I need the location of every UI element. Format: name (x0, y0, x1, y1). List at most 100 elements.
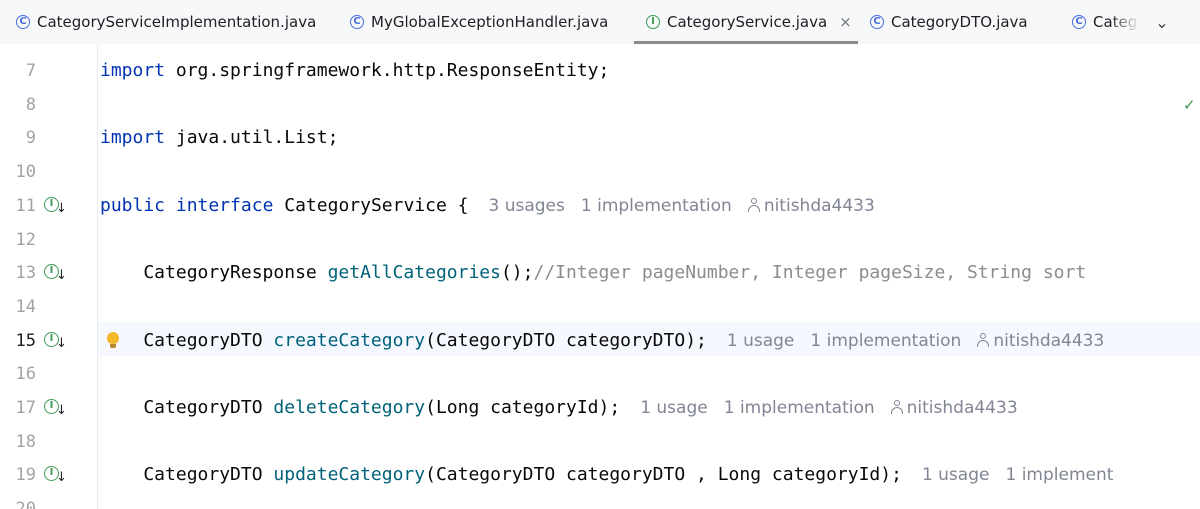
code-line[interactable]: 15 I ↓ CategoryDTO createCategory(Category… (0, 324, 1200, 358)
code-line[interactable]: 8 (0, 88, 1200, 122)
code-line[interactable]: 17 I ↓ CategoryDTO deleteCategory(Long cat… (0, 391, 1200, 425)
class-icon: C (1072, 15, 1086, 29)
code-token: updateCategory (273, 464, 426, 486)
code-token: org.springframework.http.ResponseEntity; (165, 60, 610, 81)
line-number: 17 (15, 398, 36, 418)
line-number: 9 (25, 128, 36, 149)
tab-my-global-exception-handler[interactable]: C MyGlobalExceptionHandler.java (350, 0, 608, 44)
usages-hint[interactable]: 1 usage (640, 398, 708, 418)
author-name: nitishda4433 (763, 195, 875, 216)
line-number: 8 (25, 94, 36, 115)
code-token: createCategory (273, 329, 426, 351)
tab-label: CategoryService.java (667, 13, 828, 31)
code-line[interactable]: 11 I ↓ public interface CategoryService { 3 … (0, 189, 1200, 223)
close-tab-button[interactable]: × (839, 13, 852, 31)
tab-category-service-implementation[interactable]: C CategoryServiceImplementation.java (16, 0, 316, 44)
code-line[interactable]: 10 (0, 155, 1200, 189)
class-icon: C (870, 15, 884, 29)
author-name: nitishda4433 (993, 330, 1105, 351)
implemented-by-gutter-icon[interactable]: I ↓ (44, 196, 67, 216)
code-line[interactable]: 7 import org.springframework.http.Respons… (0, 54, 1200, 88)
code-line[interactable]: 19 I ↓ CategoryDTO updateCategory(Category… (0, 458, 1200, 492)
usages-hint[interactable]: 1 usage (727, 331, 795, 351)
person-icon (977, 332, 990, 347)
author-hint[interactable]: nitishda4433 (977, 331, 1104, 351)
implemented-by-gutter-icon[interactable]: I ↓ (44, 465, 67, 486)
chevron-down-icon[interactable]: ⌄ (1150, 0, 1174, 44)
line-number: 7 (25, 61, 36, 81)
code-token: interface (175, 194, 274, 216)
code-text: import org.springframework.http.Response… (100, 54, 609, 88)
code-token: public (100, 194, 166, 216)
arrow-down-icon: ↓ (56, 200, 67, 216)
implementations-hint[interactable]: 1 implement (1005, 465, 1113, 485)
line-number: 18 (15, 431, 36, 452)
code-line[interactable]: 14 (0, 290, 1200, 324)
code-line[interactable]: 12 (0, 223, 1200, 257)
line-number: 15 (15, 330, 36, 351)
interface-icon: I (646, 15, 660, 29)
code-token: CategoryDTO (100, 464, 274, 486)
code-text: CategoryDTO deleteCategory(Long category… (100, 391, 1018, 425)
line-number: 13 (15, 263, 36, 284)
line-number: 12 (15, 229, 36, 250)
code-token: (CategoryDTO categoryDTO , Long category… (425, 464, 902, 486)
code-token: CategoryDTO (100, 329, 274, 351)
arrow-down-icon: ↓ (56, 403, 67, 418)
code-text: CategoryDTO createCategory(CategoryDTO c… (100, 324, 1104, 358)
code-line[interactable]: 20 (0, 492, 1200, 509)
code-token: deleteCategory (273, 397, 426, 418)
implementations-hint[interactable]: 1 implementation (810, 331, 961, 351)
usages-hint[interactable]: 1 usage (922, 465, 990, 485)
implementations-hint[interactable]: 1 implementation (724, 398, 875, 418)
editor-tab-bar: C CategoryServiceImplementation.java C M… (0, 0, 1200, 45)
arrow-down-icon: ↓ (56, 268, 67, 284)
person-icon (747, 197, 760, 212)
usages-hint[interactable]: 3 usages (489, 196, 565, 216)
code-text: CategoryDTO updateCategory(CategoryDTO c… (100, 458, 1113, 492)
code-token: import (100, 60, 166, 81)
line-number: 20 (0, 492, 36, 509)
arrow-down-icon: ↓ (56, 335, 67, 351)
implemented-by-gutter-icon[interactable]: I ↓ (44, 331, 67, 351)
code-line[interactable]: 18 (0, 425, 1200, 459)
inspection-check-icon[interactable]: ✓ (1183, 96, 1196, 114)
tab-label: MyGlobalExceptionHandler.java (371, 13, 609, 31)
code-token: CategoryResponse (100, 262, 328, 284)
line-number: 19 (15, 465, 36, 486)
code-token: (); (500, 262, 534, 284)
code-token: getAllCategories (327, 262, 501, 284)
code-text: import java.util.List; (100, 121, 338, 155)
implementations-hint[interactable]: 1 implementation (581, 196, 732, 216)
code-token: CategoryDTO (100, 397, 274, 418)
code-line[interactable]: 9 import java.util.List; (0, 121, 1200, 155)
author-name: nitishda4433 (906, 398, 1018, 418)
tab-category-service[interactable]: I CategoryService.java × (634, 0, 858, 44)
line-number: 16 (15, 364, 36, 385)
code-token: java.util.List; (165, 127, 339, 149)
code-line[interactable]: 16 (0, 357, 1200, 391)
class-icon: C (16, 15, 30, 29)
author-hint[interactable]: nitishda4433 (890, 398, 1018, 418)
tab-label: CategoryDTO.java (891, 13, 1028, 31)
arrow-down-icon: ↓ (56, 470, 67, 486)
tab-overflow-fade (1110, 0, 1140, 43)
code-line[interactable]: 13 I ↓ CategoryResponse getAllCategories()… (0, 256, 1200, 290)
class-icon: C (350, 15, 364, 29)
code-token: (CategoryDTO categoryDTO); (425, 329, 707, 351)
code-token: CategoryService { (273, 194, 469, 216)
code-token: import (100, 127, 166, 149)
person-icon (890, 400, 903, 414)
line-number: 11 (15, 195, 36, 216)
author-hint[interactable]: nitishda4433 (747, 195, 875, 216)
implemented-by-gutter-icon[interactable]: I ↓ (44, 263, 67, 284)
code-token: //Integer pageNumber, Integer pageSize, … (533, 262, 1087, 284)
line-number: 14 (15, 296, 36, 317)
code-editor[interactable]: 7 import org.springframework.http.Respons… (0, 44, 1200, 509)
code-text: public interface CategoryService { 3 usag… (100, 189, 875, 223)
code-text: CategoryResponse getAllCategories();//In… (100, 256, 1086, 290)
line-number: 10 (15, 162, 36, 183)
implemented-by-gutter-icon[interactable]: I ↓ (44, 398, 67, 418)
tab-category-dto[interactable]: C CategoryDTO.java (870, 0, 1028, 44)
